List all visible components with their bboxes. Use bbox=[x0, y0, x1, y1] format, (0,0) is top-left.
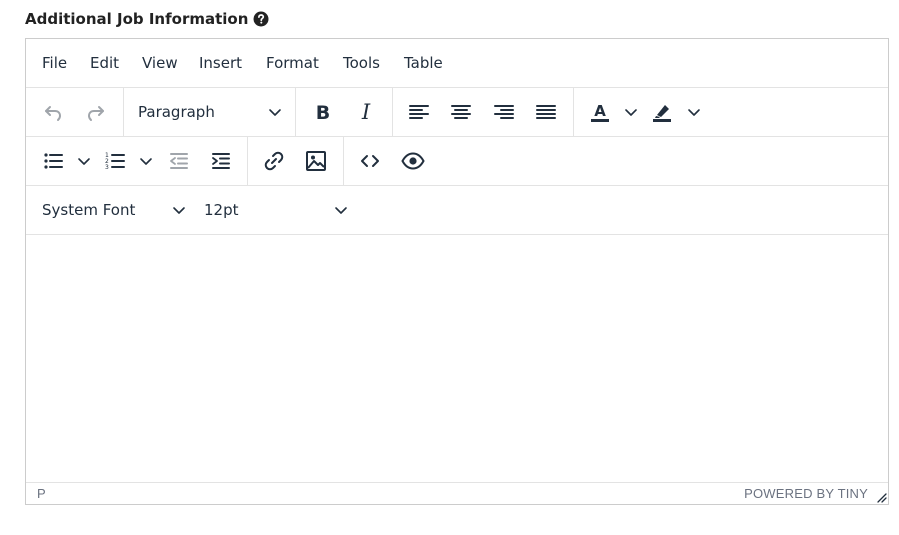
bullet-list-icon bbox=[44, 153, 63, 169]
editor-content-area[interactable] bbox=[26, 235, 888, 483]
bold-button[interactable]: B bbox=[306, 95, 340, 129]
toolbar-row-1: Paragraph B I A bbox=[26, 88, 888, 137]
highlight-icon bbox=[653, 105, 671, 122]
align-left-icon bbox=[409, 105, 429, 119]
rich-text-editor: File Edit View Insert Format Tools Table… bbox=[25, 38, 889, 505]
chevron-down-icon bbox=[140, 158, 152, 165]
numbered-list-chevron[interactable] bbox=[138, 144, 154, 178]
numbered-list-icon: 123 bbox=[105, 152, 125, 171]
menu-file[interactable]: File bbox=[42, 52, 67, 74]
element-path[interactable]: P bbox=[37, 486, 46, 501]
menu-view[interactable]: View bbox=[142, 52, 178, 74]
align-right-icon bbox=[494, 105, 514, 119]
align-justify-icon bbox=[536, 105, 556, 119]
bold-icon: B bbox=[316, 102, 330, 124]
text-color-button[interactable]: A bbox=[583, 95, 617, 129]
bullet-list-button[interactable] bbox=[36, 144, 70, 178]
align-center-button[interactable] bbox=[444, 95, 478, 129]
highlight-chevron[interactable] bbox=[686, 95, 702, 129]
font-size-value: 12pt bbox=[204, 201, 239, 219]
chevron-down-icon bbox=[78, 158, 90, 165]
outdent-button[interactable] bbox=[162, 144, 196, 178]
block-format-value: Paragraph bbox=[138, 103, 215, 121]
text-color-icon: A bbox=[591, 102, 609, 122]
italic-button[interactable]: I bbox=[349, 95, 383, 129]
link-icon bbox=[264, 151, 284, 171]
indent-icon bbox=[212, 153, 230, 169]
chevron-down-icon bbox=[625, 109, 637, 116]
indent-button[interactable] bbox=[204, 144, 238, 178]
undo-button[interactable] bbox=[36, 95, 70, 129]
toolbar-row-2: 123 bbox=[26, 137, 888, 186]
highlight-button[interactable] bbox=[645, 95, 679, 129]
field-label: Additional Job Information bbox=[25, 9, 269, 29]
font-family-value: System Font bbox=[42, 201, 136, 219]
numbered-list-button[interactable]: 123 bbox=[98, 144, 132, 178]
chevron-down-icon bbox=[267, 95, 283, 129]
align-left-button[interactable] bbox=[402, 95, 436, 129]
text-color-chevron[interactable] bbox=[623, 95, 639, 129]
menu-format[interactable]: Format bbox=[266, 52, 319, 74]
chevron-down-icon bbox=[688, 109, 700, 116]
menu-edit[interactable]: Edit bbox=[90, 52, 119, 74]
field-label-text: Additional Job Information bbox=[25, 10, 249, 28]
redo-icon bbox=[87, 106, 104, 121]
menu-insert[interactable]: Insert bbox=[199, 52, 242, 74]
menubar: File Edit View Insert Format Tools Table bbox=[26, 39, 888, 88]
svg-text:3: 3 bbox=[105, 164, 109, 171]
redo-button[interactable] bbox=[79, 95, 113, 129]
italic-icon: I bbox=[361, 100, 371, 124]
source-code-button[interactable] bbox=[353, 144, 387, 178]
powered-by-link[interactable]: POWERED BY TINY bbox=[744, 486, 868, 501]
bullet-list-chevron[interactable] bbox=[76, 144, 92, 178]
undo-icon bbox=[45, 106, 62, 121]
menu-tools[interactable]: Tools bbox=[343, 52, 380, 74]
resize-handle-icon[interactable] bbox=[875, 491, 887, 503]
image-button[interactable] bbox=[299, 144, 333, 178]
menu-table[interactable]: Table bbox=[404, 52, 443, 74]
question-circle-icon[interactable] bbox=[253, 11, 269, 27]
svg-text:I: I bbox=[361, 100, 371, 124]
chevron-down-icon bbox=[171, 193, 187, 227]
align-justify-button[interactable] bbox=[529, 95, 563, 129]
statusbar: P POWERED BY TINY bbox=[26, 482, 888, 504]
svg-text:A: A bbox=[594, 102, 606, 120]
toolbar-row-3: System Font 12pt bbox=[26, 186, 888, 235]
align-right-button[interactable] bbox=[487, 95, 521, 129]
link-button[interactable] bbox=[257, 144, 291, 178]
align-center-icon bbox=[451, 105, 471, 119]
preview-button[interactable] bbox=[396, 144, 430, 178]
code-icon bbox=[361, 155, 379, 167]
image-icon bbox=[306, 151, 326, 171]
outdent-icon bbox=[170, 153, 188, 169]
svg-text:B: B bbox=[316, 102, 330, 124]
chevron-down-icon bbox=[333, 193, 349, 227]
preview-icon bbox=[401, 152, 425, 170]
